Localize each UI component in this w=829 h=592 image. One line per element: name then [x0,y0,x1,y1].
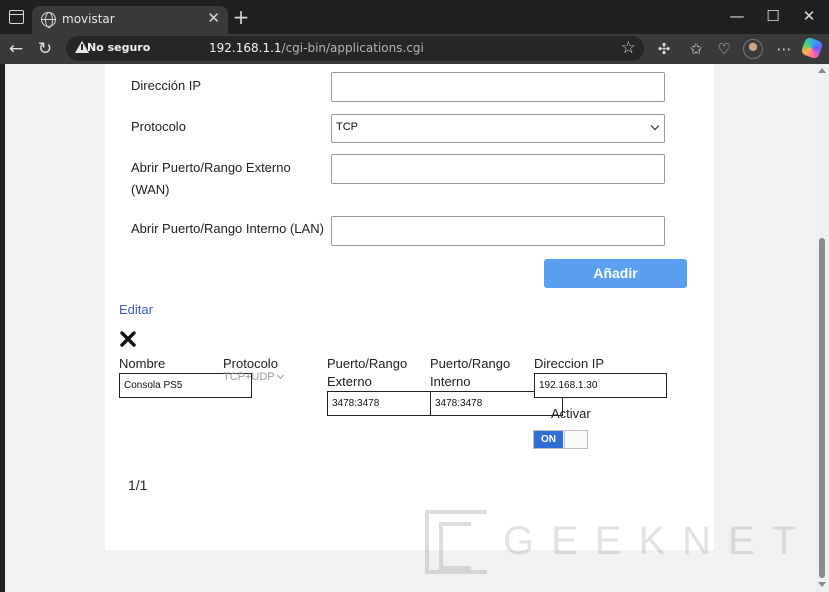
internal-port-label: Abrir Puerto/Rango Interno (LAN) [131,221,324,236]
scroll-thumb[interactable] [819,238,825,578]
url-host: 192.168.1.1 [209,41,282,55]
more-options-icon[interactable]: ⋯ [774,39,794,59]
protocol-select-value: TCP [336,121,358,133]
tab-bar: movistar ✕ + — ☐ ✕ [0,0,829,34]
new-tab-icon[interactable]: + [232,6,250,28]
close-window-icon[interactable]: ✕ [799,6,819,26]
toggle-on-label: ON [534,431,563,448]
copilot-icon[interactable] [800,36,824,60]
profile-avatar[interactable] [743,39,763,59]
address-bar[interactable]: No seguro 192.168.1.1/cgi-bin/applicatio… [66,36,644,61]
external-port-label-wan: (WAN) [131,182,170,197]
maximize-icon[interactable]: ☐ [763,6,783,26]
chevron-down-icon [650,121,660,131]
rule-ip-field[interactable]: 192.168.1.30 [534,373,667,398]
protocol-select[interactable]: TCP [331,114,665,143]
scroll-down-icon[interactable] [818,582,826,587]
rule-protocol-select[interactable]: TCP+UDP [223,371,284,383]
tab-title: movistar [62,12,115,26]
globe-icon [41,12,56,28]
vertical-scrollbar[interactable] [815,64,829,592]
refresh-icon[interactable]: ↻ [34,38,56,60]
loading-dots-icon [75,583,99,591]
internal-port-input[interactable] [331,216,665,246]
back-icon[interactable]: ← [5,38,27,60]
close-tab-icon[interactable]: ✕ [207,9,220,27]
external-port-label: Abrir Puerto/Rango Externo [131,160,291,175]
minimize-icon[interactable]: — [727,6,747,26]
pagination: 1/1 [128,477,148,493]
col-header-name: Nombre [119,356,166,371]
watermark-text: GEEKNETIC [503,519,815,563]
activate-toggle[interactable]: ON [533,430,588,449]
edit-link[interactable]: Editar [119,302,153,317]
security-label[interactable]: No seguro [87,41,150,54]
protocol-label: Protocolo [131,119,186,134]
scroll-up-icon[interactable] [818,68,826,73]
page-viewport: Dirección IP Protocolo TCP Abrir Puerto/… [0,64,815,592]
url-path: /cgi-bin/applications.cgi [281,41,424,55]
col-header-ip: Direccion IP [534,356,605,371]
browser-tab[interactable]: movistar ✕ [32,6,228,34]
browser-toolbar: ← ↻ No seguro 192.168.1.1/cgi-bin/applic… [0,34,829,64]
add-button[interactable]: Añadir [544,259,687,288]
tab-actions-icon[interactable] [9,10,24,24]
ip-input[interactable] [331,72,665,102]
favorite-star-icon[interactable]: ☆ [621,37,636,59]
col-header-activate: Activar [551,406,591,421]
url-text[interactable]: 192.168.1.1/cgi-bin/applications.cgi [209,41,424,55]
col-header-internal-2: Interno [430,374,471,389]
ip-label: Dirección IP [131,78,202,93]
col-header-external-2: Externo [327,374,372,389]
browser-essentials-icon[interactable]: ♡ [714,39,734,59]
extensions-icon[interactable]: ✣ [654,39,674,59]
toggle-knob [564,431,587,448]
watermark-logo [425,510,487,574]
favorites-icon[interactable]: ✩ [686,39,706,59]
chevron-down-icon [276,371,284,380]
delete-icon[interactable] [119,330,137,348]
rule-protocol-value: TCP+UDP [223,371,275,383]
col-header-internal: Puerto/Rango [430,356,511,371]
rule-external-field[interactable]: 3478:3478 [327,391,431,416]
col-header-external: Puerto/Rango [327,356,408,371]
external-port-input[interactable] [331,154,665,184]
